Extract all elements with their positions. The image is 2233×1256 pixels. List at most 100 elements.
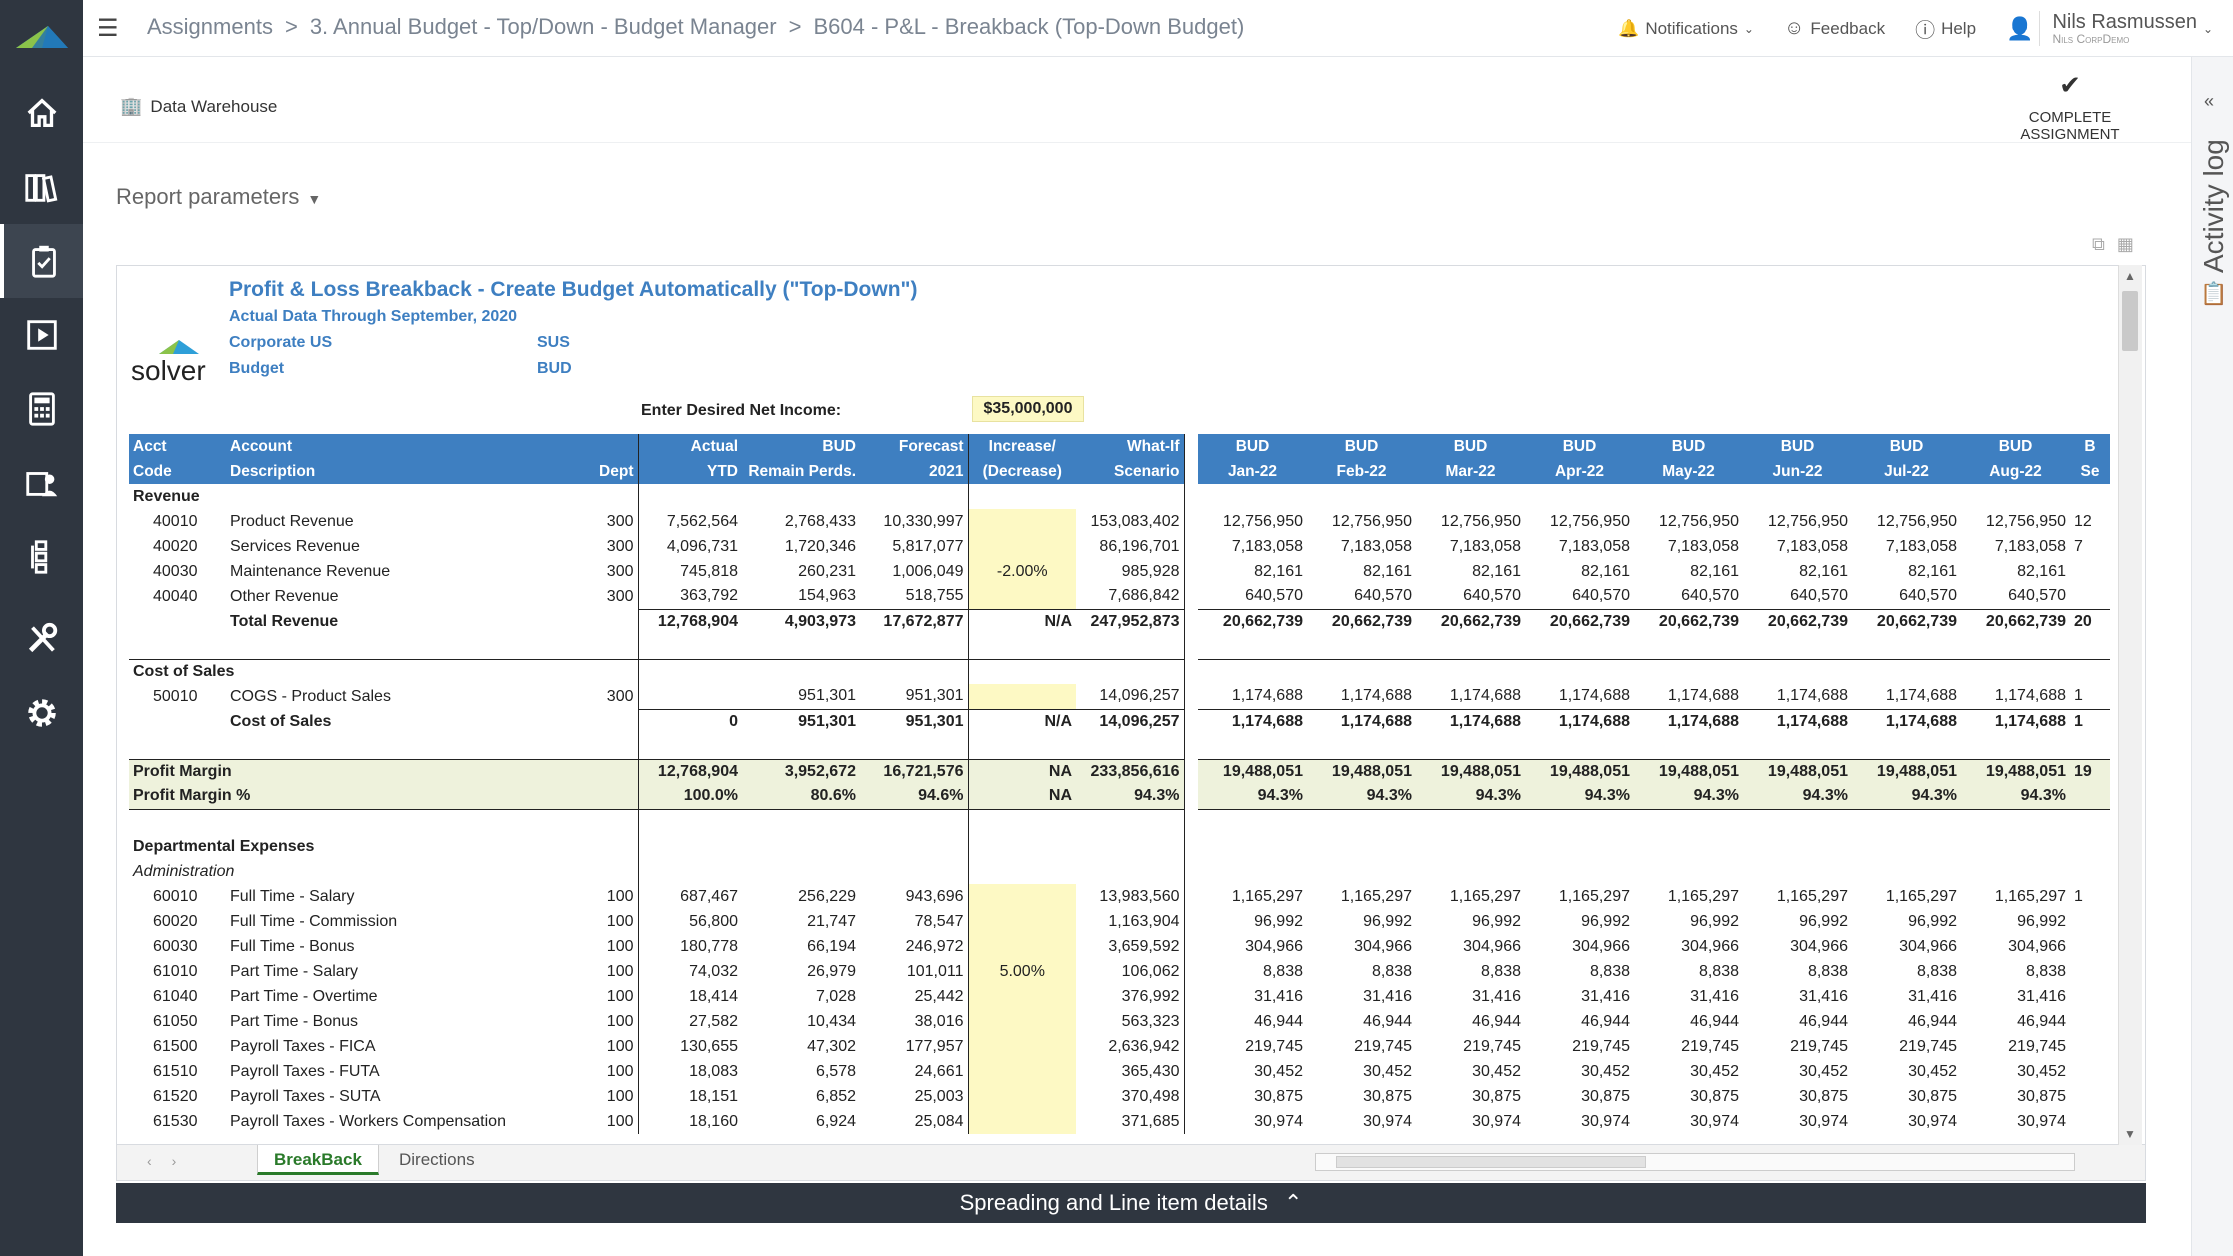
nav-tools[interactable]: [0, 602, 83, 676]
empty-cell: [860, 834, 968, 859]
account-desc: Services Revenue: [230, 537, 360, 555]
empty-cell: [1634, 809, 1743, 834]
scroll-thumb[interactable]: [2122, 291, 2138, 351]
forecast: 246,972: [905, 937, 964, 955]
empty-cell: [1525, 734, 1634, 759]
increase-input[interactable]: [967, 584, 1076, 609]
menu-icon[interactable]: ☰: [97, 14, 119, 43]
feedback-label: Feedback: [1810, 18, 1886, 38]
month-value: [2070, 1009, 2110, 1034]
scroll-down-icon[interactable]: ▼: [2124, 1127, 2136, 1141]
double-chevron-left-icon[interactable]: «: [2204, 91, 2214, 112]
increase-input[interactable]: [967, 1009, 1076, 1034]
account-desc: Full Time - Commission: [230, 912, 398, 930]
increase-input[interactable]: [967, 1034, 1076, 1059]
increase-input[interactable]: [967, 909, 1076, 934]
scroll-up-icon[interactable]: ▲: [2124, 269, 2136, 283]
app-logo[interactable]: [12, 18, 72, 58]
notifications-button[interactable]: 🔔 Notifications ⌄: [1618, 19, 1754, 39]
feedback-button[interactable]: ☺ Feedback: [1784, 17, 1885, 40]
presentation-icon: [26, 320, 57, 350]
user-menu[interactable]: 👤 Nils Rasmussen Nils CorpDemo ⌄: [2006, 10, 2213, 47]
month-value: 304,966: [2008, 937, 2066, 955]
whatif: 985,928: [1076, 559, 1185, 584]
breadcrumb-assignments[interactable]: Assignments: [147, 14, 273, 39]
tools-icon: [28, 622, 57, 653]
account-desc: Payroll Taxes - Workers Compensation: [230, 1112, 506, 1130]
vertical-scrollbar[interactable]: ▲ ▼: [2118, 265, 2142, 1145]
increase-input[interactable]: [967, 684, 1076, 709]
month-value: 20,662,739: [1743, 608, 1852, 634]
whatif: 376,992: [1076, 984, 1185, 1009]
increase-input[interactable]: [967, 509, 1076, 534]
whatif: 247,952,873: [1076, 608, 1185, 634]
report-parameters-toggle[interactable]: Report parameters ▼: [116, 184, 321, 210]
nav-assignments[interactable]: [0, 224, 83, 298]
header-month: Apr-22: [1525, 459, 1634, 484]
month-value: 46,944: [1472, 1012, 1521, 1030]
nav-calculator[interactable]: [0, 372, 83, 446]
bud-remain: 21,747: [807, 912, 856, 930]
empty-cell: [1525, 658, 1634, 684]
empty-cell: [860, 809, 968, 834]
smiley-icon: ☺: [1783, 17, 1805, 39]
spreading-details-toggle[interactable]: Spreading and Line item details ⌃: [116, 1183, 2146, 1223]
empty-cell: [1961, 809, 2070, 834]
increase-input[interactable]: [967, 1109, 1076, 1134]
empty-cell: [637, 658, 742, 684]
horizontal-scrollbar[interactable]: [1315, 1153, 2075, 1171]
increase-input[interactable]: -2.00%: [967, 559, 1076, 584]
month-value: 1,174,688: [1198, 708, 1307, 734]
nav-forms[interactable]: [0, 446, 83, 520]
nav-home[interactable]: [0, 76, 83, 150]
forecast: 1,006,049: [892, 562, 964, 580]
data-warehouse-button[interactable]: 🏢 Data Warehouse: [120, 96, 277, 117]
header-row: Code Description Dept YTD Remain Perds. 2021(…: [129, 459, 2110, 484]
profit-margin-label: Profit Margin: [129, 758, 638, 784]
empty-cell: [2070, 734, 2110, 759]
month-value: 96,992: [1908, 912, 1957, 930]
increase-input[interactable]: [967, 1059, 1076, 1084]
breadcrumb-budget-manager[interactable]: 3. Annual Budget - Top/Down - Budget Man…: [310, 14, 777, 39]
nav-settings[interactable]: [0, 676, 83, 750]
complete-assignment-button[interactable]: ✔ COMPLETE ASSIGNMENT: [1980, 70, 2160, 143]
month-value: 31,416: [2017, 987, 2066, 1005]
increase-input[interactable]: 5.00%: [967, 959, 1076, 984]
tab-breakback[interactable]: BreakBack: [257, 1145, 379, 1175]
net-income-input[interactable]: $35,000,000: [972, 396, 1084, 422]
tab-directions[interactable]: Directions: [383, 1145, 491, 1175]
empty-cell: [1307, 734, 1416, 759]
whatif: 7,686,842: [1076, 584, 1185, 609]
table-row: 61510 Payroll Taxes - FUTA 100 18,083 6,578 2…: [129, 1059, 2110, 1084]
column-gap: [1184, 459, 1198, 484]
increase-input[interactable]: [967, 984, 1076, 1009]
month-value: 1,174,688: [1634, 708, 1743, 734]
increase-input[interactable]: [967, 534, 1076, 559]
increase-input[interactable]: [967, 884, 1076, 909]
increase-input[interactable]: [967, 934, 1076, 959]
nav-reports[interactable]: [0, 298, 83, 372]
nav-library[interactable]: [0, 150, 83, 224]
activity-log-label[interactable]: Activity log: [2198, 139, 2230, 273]
month-value: 96,992: [1690, 912, 1739, 930]
log-icon[interactable]: 📋: [2200, 281, 2227, 307]
chevron-down-icon: ▼: [307, 191, 322, 207]
increase-input[interactable]: [967, 1084, 1076, 1109]
actual-ytd: 100.0%: [637, 784, 742, 810]
bud-remain: 951,301: [798, 687, 856, 705]
help-button[interactable]: ⓘ Help: [1915, 14, 1976, 43]
horizontal-scroll-thumb[interactable]: [1336, 1156, 1646, 1168]
expand-icon[interactable]: ⧉: [2092, 234, 2105, 255]
total-label: Cost of Sales: [230, 712, 332, 730]
column-gap: [1184, 634, 1198, 659]
breadcrumb-separator: >: [284, 14, 298, 39]
sheet-nav-arrows-icon[interactable]: ‹›: [147, 1153, 196, 1169]
empty-cell: [967, 634, 1076, 659]
help-label: Help: [1941, 18, 1977, 38]
month-value: 12: [2074, 512, 2092, 530]
table-row: 60010 Full Time - Salary 100 687,467 256,229…: [129, 884, 2110, 909]
nav-hierarchy[interactable]: [0, 520, 83, 594]
month-value: 1: [2074, 887, 2083, 905]
grid-icon[interactable]: ▦: [2117, 234, 2134, 255]
month-value: 96,992: [1254, 912, 1303, 930]
